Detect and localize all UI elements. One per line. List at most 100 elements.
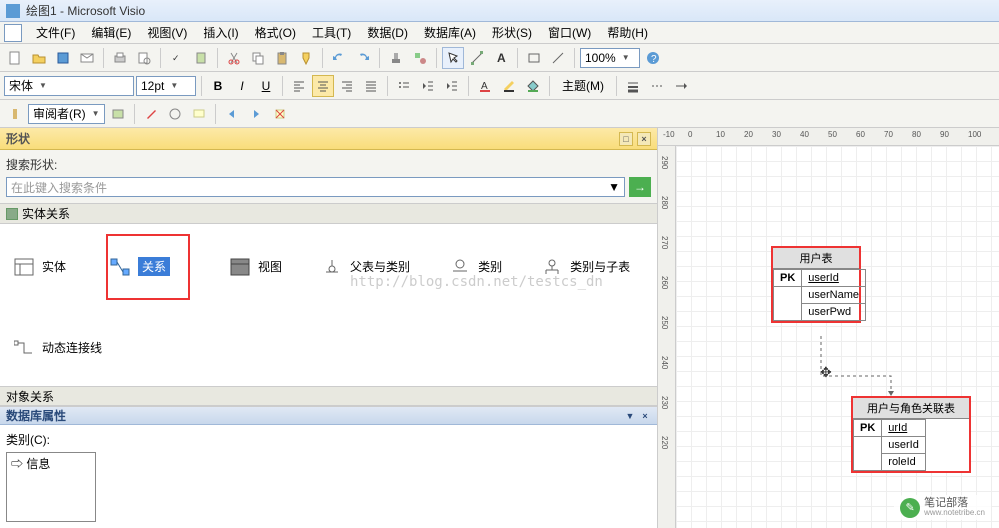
stencil-category-object[interactable]: 对象关系 [0, 386, 657, 406]
shape-label: 实体 [42, 258, 66, 275]
indent-inc-button[interactable] [441, 75, 463, 97]
next-button[interactable] [245, 103, 267, 125]
svg-text:A: A [497, 51, 506, 65]
menu-insert[interactable]: 插入(I) [195, 22, 246, 43]
menu-format[interactable]: 格式(O) [247, 22, 304, 43]
search-label: 搜索形状: [6, 156, 651, 173]
shape-entity[interactable]: 实体 [14, 234, 66, 300]
italic-button[interactable]: I [231, 75, 253, 97]
shapes-search: 搜索形状: 在此键入搜索条件 ▼ → [0, 150, 657, 204]
entity-user-table[interactable]: 用户表 PKuserId userName userPwd [771, 246, 861, 323]
align-justify-button[interactable] [360, 75, 382, 97]
format-painter-button[interactable] [295, 47, 317, 69]
shape-label: 动态连接线 [42, 339, 102, 356]
pk-field: userId [802, 270, 866, 287]
drawing-canvas[interactable]: 用户表 PKuserId userName userPwd ✥ 用户与角色关联表… [676, 146, 999, 528]
font-size-combo[interactable]: 12pt▼ [136, 76, 196, 96]
indent-dec-button[interactable] [417, 75, 439, 97]
font-combo[interactable]: 宋体▼ [4, 76, 134, 96]
save-button[interactable] [52, 47, 74, 69]
dropdown-button[interactable]: ▼ [624, 410, 636, 422]
align-right-button[interactable] [336, 75, 358, 97]
connector-tool-button[interactable] [466, 47, 488, 69]
arrows-button[interactable] [670, 75, 692, 97]
shape-relationship[interactable]: 关系 [106, 234, 190, 300]
cut-button[interactable] [223, 47, 245, 69]
toolbar-formatting: 宋体▼ 12pt▼ B I U A 主题(M) [0, 72, 999, 100]
line-color-button[interactable] [498, 75, 520, 97]
font-color-button[interactable]: A [474, 75, 496, 97]
line-button[interactable] [547, 47, 569, 69]
pk-field: urId [882, 420, 926, 437]
stencil-category-er[interactable]: 实体关系 [0, 204, 657, 224]
menu-help[interactable]: 帮助(H) [599, 22, 656, 43]
underline-button[interactable]: U [255, 75, 277, 97]
field: userPwd [802, 304, 866, 321]
stencil-area: 实体 关系 视图 父表与类别 类别 类别与子表 [0, 224, 657, 386]
menu-tools[interactable]: 工具(T) [304, 22, 359, 43]
menu-view[interactable]: 视图(V) [139, 22, 195, 43]
ink-button[interactable] [4, 103, 26, 125]
fill-color-button[interactable] [522, 75, 544, 97]
align-center-button[interactable] [312, 75, 334, 97]
line-weight-button[interactable] [622, 75, 644, 97]
text-tool-button[interactable]: A [490, 47, 512, 69]
close-button[interactable]: × [639, 410, 651, 422]
new-button[interactable] [4, 47, 26, 69]
rectangle-button[interactable] [523, 47, 545, 69]
dbprops-title: 数据库属性 [6, 407, 66, 424]
pen-button[interactable] [140, 103, 162, 125]
shape-label: 父表与类别 [350, 258, 410, 275]
shape-view[interactable]: 视图 [230, 234, 282, 300]
shape-label: 类别与子表 [570, 258, 630, 275]
reviewer-combo[interactable]: 审阅者(R)▼ [28, 104, 105, 124]
pointer-tool-button[interactable] [442, 47, 464, 69]
pk-cell: PK [854, 420, 882, 437]
entity-title: 用户与角色关联表 [853, 398, 969, 419]
track-button[interactable] [164, 103, 186, 125]
list-item[interactable]: ⇨ 信息 [7, 453, 95, 474]
window-title: 绘图1 - Microsoft Visio [26, 2, 145, 19]
show-markup-button[interactable] [107, 103, 129, 125]
open-button[interactable] [28, 47, 50, 69]
paste-button[interactable] [271, 47, 293, 69]
field: userId [882, 437, 926, 454]
menu-window[interactable]: 窗口(W) [540, 22, 599, 43]
prev-button[interactable] [221, 103, 243, 125]
print-button[interactable] [109, 47, 131, 69]
stamp-button[interactable] [385, 47, 407, 69]
zoom-combo[interactable]: 100%▼ [580, 48, 640, 68]
menu-file[interactable]: 文件(F) [28, 22, 83, 43]
shapes-button[interactable] [409, 47, 431, 69]
undo-button[interactable] [328, 47, 350, 69]
bullets-button[interactable] [393, 75, 415, 97]
search-input[interactable]: 在此键入搜索条件 ▼ [6, 177, 625, 197]
align-left-button[interactable] [288, 75, 310, 97]
print-preview-button[interactable] [133, 47, 155, 69]
mail-button[interactable] [76, 47, 98, 69]
menu-database[interactable]: 数据库(A) [416, 22, 484, 43]
copy-button[interactable] [247, 47, 269, 69]
menu-shapes[interactable]: 形状(S) [484, 22, 540, 43]
line-pattern-button[interactable] [646, 75, 668, 97]
comment-button[interactable] [188, 103, 210, 125]
document-icon[interactable] [4, 24, 22, 42]
help-button[interactable]: ? [642, 47, 664, 69]
close-panel-button[interactable]: × [637, 132, 651, 146]
spell-button[interactable]: ✓ [166, 47, 188, 69]
entity-user-role-table[interactable]: 用户与角色关联表 PKurId userId roleId [851, 396, 971, 473]
menu-edit[interactable]: 编辑(E) [83, 22, 139, 43]
db-properties-panel: 数据库属性 ▼ × 类别(C): ⇨ 信息 [0, 406, 657, 528]
bold-button[interactable]: B [207, 75, 229, 97]
shape-dynamic-connector[interactable]: 动态连接线 [14, 320, 643, 377]
search-go-button[interactable]: → [629, 177, 651, 197]
research-button[interactable] [190, 47, 212, 69]
chevron-down-icon[interactable]: ▼ [608, 180, 620, 194]
menu-data[interactable]: 数据(D) [359, 22, 416, 43]
category-listbox[interactable]: ⇨ 信息 [6, 452, 96, 522]
minimize-panel-button[interactable]: □ [619, 132, 633, 146]
theme-button[interactable]: 主题(M) [555, 75, 611, 97]
zoom-value: 100% [585, 51, 616, 65]
delete-comment-button[interactable] [269, 103, 291, 125]
redo-button[interactable] [352, 47, 374, 69]
